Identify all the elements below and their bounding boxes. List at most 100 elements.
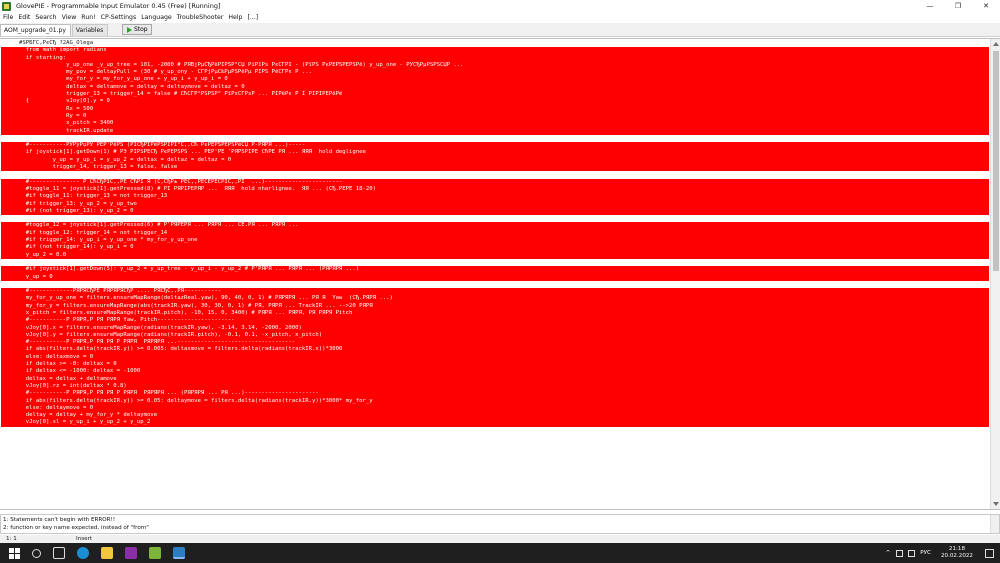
stop-button[interactable]: Stop xyxy=(122,24,153,35)
code-area[interactable]: #ŠPБҐС,РєСЂ ?2АG_Оlеgа from math import … xyxy=(1,40,989,507)
code-line[interactable]: if joystick[1].getDown(1) # РЭ РЇРЅРЁСЂ … xyxy=(1,149,989,157)
tab-variables[interactable]: Variables xyxy=(71,24,109,36)
search-icon[interactable] xyxy=(32,548,41,558)
code-line[interactable]: trackIR.update xyxy=(1,127,989,135)
network-icon[interactable] xyxy=(896,549,904,557)
menu-file[interactable]: File xyxy=(3,14,13,21)
code-line[interactable]: from math import radians xyxy=(1,47,989,55)
winrar-icon[interactable] xyxy=(125,547,137,559)
close-button[interactable]: ✕ xyxy=(972,0,1000,12)
messages-scrollbar[interactable] xyxy=(990,515,999,533)
code-line[interactable] xyxy=(1,215,989,223)
menu-search[interactable]: Search xyxy=(35,14,56,21)
volume-icon[interactable] xyxy=(908,549,916,557)
scroll-up-icon[interactable] xyxy=(993,42,999,46)
menu-cp-settings[interactable]: CP-Settings xyxy=(101,14,137,21)
code-line[interactable]: #ŠPБҐС,РєСЂ ?2АG_Оlеgа xyxy=(1,40,989,48)
code-line[interactable]: vJoy[0].y = filters.ensureMapRange(radia… xyxy=(1,331,989,340)
code-line[interactable]: if deltax >= -0: deltax = 0 xyxy=(1,361,989,369)
error-messages-panel[interactable]: 1: Statements can't begin with ERROR!! 2… xyxy=(0,514,1000,534)
code-line[interactable]: deltax = deltax + deltamove xyxy=(1,375,989,383)
menu-edit[interactable]: Edit xyxy=(18,14,30,21)
code-line[interactable]: y_up_one _y_up_tree = 101, -2000 # РЯВјР… xyxy=(1,61,989,70)
edge-icon[interactable] xyxy=(77,547,89,559)
code-editor[interactable]: #ŠPБҐС,РєСЂ ?2АG_Оlеgа from math import … xyxy=(0,38,1000,510)
glovepie-icon[interactable] xyxy=(149,547,161,559)
error-message[interactable]: 2: function or key name expected, instea… xyxy=(3,524,997,532)
code-line[interactable]: x_pitch = 3400 xyxy=(1,120,989,128)
language-indicator[interactable]: РУС xyxy=(920,550,931,556)
explorer-icon[interactable] xyxy=(101,547,113,559)
code-line[interactable]: my_pov = deltayPull = (30 # y_up_ony - С… xyxy=(1,69,989,77)
error-message[interactable]: 1: Statements can't begin with ERROR!! xyxy=(3,516,997,524)
code-line[interactable]: #if toggle_12: trigger_14 = not trigger_… xyxy=(1,229,989,238)
scroll-thumb[interactable] xyxy=(993,51,999,271)
code-line[interactable]: deltay = deltay + my_for_y * deltaymove xyxy=(1,412,989,420)
code-line[interactable]: deltax = deltamove = deltay = deltaymove… xyxy=(1,83,989,92)
edit-mode: Insert xyxy=(76,536,93,542)
chevron-up-icon[interactable]: ^ xyxy=(886,550,891,556)
code-line[interactable]: trigger_14, trigger_13 = false, false xyxy=(1,164,989,172)
code-line[interactable]: #toggle_11 = joystick[1].getPressed(8) #… xyxy=(1,185,989,194)
tab-script[interactable]: AOM_upgrade_01.py xyxy=(0,24,71,36)
code-line[interactable]: my_for_y = filters.ensureMapRange(abs(tr… xyxy=(1,302,989,310)
task-view-icon[interactable] xyxy=(53,547,65,559)
menu-run[interactable]: Run! xyxy=(81,14,95,21)
code-line[interactable]: if deltax <= -1000: deltax = -1000 xyxy=(1,368,989,376)
code-line[interactable]: #if trigger_13: y_up_2 = y_up_two xyxy=(1,200,989,208)
code-line[interactable]: y_up = 0 xyxy=(1,273,989,281)
code-line[interactable]: my_for_y_up_one = filters.ensureMapRange… xyxy=(1,295,989,303)
code-line[interactable]: #-------------РЯРЯСЂРЁ РЯРЯРЯСЂР .... РЯ… xyxy=(1,288,989,296)
code-line[interactable]: #-----------Р РЯРЯ,Р РЯ РЯРЯ Yaw, Pitch-… xyxy=(1,317,989,325)
start-icon[interactable] xyxy=(9,547,20,559)
tab-bar: AOM_upgrade_01.py Variables Stop xyxy=(0,23,1000,37)
code-line[interactable]: #toggle_12 = joystick[1].getPressed(6) #… xyxy=(1,222,989,230)
restore-button[interactable]: ❐ xyxy=(944,0,972,12)
clock[interactable]: 21:18 20.02.2022 xyxy=(941,546,973,560)
play-icon xyxy=(126,26,132,33)
menu-view[interactable]: View xyxy=(62,14,77,21)
code-line[interactable]: #--------------- Р СЋСЂРЇС‚,РЁ СЋРЇ Я (С… xyxy=(1,178,989,186)
code-line[interactable]: Ry = 0 xyxy=(1,112,989,121)
code-line[interactable] xyxy=(1,258,989,267)
code-line[interactable]: else: deltaxmove = 0 xyxy=(1,353,989,362)
code-line[interactable]: vJoy[0].x = filters.ensureMapRange(radia… xyxy=(1,324,989,332)
code-line[interactable]: #if (not trigger_13): y_up_2 = 0 xyxy=(1,207,989,216)
code-line[interactable]: else: deltaymove = 0 xyxy=(1,404,989,413)
code-line[interactable]: #if trigger_14: y_up_i = y_up_one * my_f… xyxy=(1,237,989,245)
code-line[interactable]: #if (not trigger_14): y_up_i = 0 xyxy=(1,244,989,252)
code-line[interactable]: Rx = 500 xyxy=(1,105,989,113)
code-line[interactable]: if starting: xyxy=(1,54,989,62)
code-line[interactable]: { vJoy[0].y = 0 xyxy=(1,98,989,106)
stop-button-label: Stop xyxy=(133,26,148,33)
code-line[interactable]: vJoy[0].rz = int(deltax * 0.8) xyxy=(1,382,989,391)
code-line[interactable]: if abs(filters.delta(trackIR.y)) >= 0.00… xyxy=(1,346,989,354)
code-line[interactable]: #if joystick[1].getDown(5): y_up_2 = y_u… xyxy=(1,266,989,274)
minimize-button[interactable]: — xyxy=(916,0,944,12)
menu-more[interactable]: [...] xyxy=(247,14,258,21)
code-line[interactable]: vJoy[0].sl = y_up_i + y_up_2 + y_up_2 xyxy=(1,419,989,427)
code-line[interactable] xyxy=(1,134,989,143)
code-line[interactable] xyxy=(1,171,989,179)
code-line[interactable]: #if toggle_11: trigger_13 = not trigger_… xyxy=(1,193,989,201)
clock-time: 21:18 xyxy=(948,546,966,552)
code-line[interactable]: #-----------Р РЯРЯ,Р РЯ РЯ Р РЯРЯ РЯРЯРЯ… xyxy=(1,390,989,398)
code-line[interactable]: my_for_y = my_for_y_up_one + y_up_i + y_… xyxy=(1,76,989,84)
code-line[interactable] xyxy=(1,280,989,289)
menu-language[interactable]: Language xyxy=(141,14,172,21)
code-line[interactable]: y_up_2 = 0.0 xyxy=(1,251,989,259)
code-line[interactable]: if abs(filters.delta(trackIR.y)) >= 0.05… xyxy=(1,397,989,405)
editor-scrollbar[interactable] xyxy=(990,39,1000,509)
code-line[interactable]: #-----------РЎРўРџРЎ РЁР'РёРЅ (РЇСЂРЇРёР… xyxy=(1,142,989,150)
menu-help[interactable]: Help xyxy=(228,14,242,21)
code-line[interactable]: y_up = y_up_i = y_up_2 = deltax = deltaz… xyxy=(1,156,989,165)
code-line[interactable]: #-----------Р РЯРЯ,Р РЯ РЯ Р РЯРЯ РЯРЯРЯ… xyxy=(1,339,989,347)
windows-taskbar: ^ РУС 21:18 20.02.2022 xyxy=(0,543,1000,563)
notification-icon[interactable] xyxy=(985,548,994,558)
code-line[interactable]: trigger_13 = trigger_14 = false # СЋСЃР°… xyxy=(1,91,989,99)
menu-troubleshooter[interactable]: TroubleShooter xyxy=(177,14,224,21)
scroll-down-icon[interactable] xyxy=(993,502,999,506)
window-controls: — ❐ ✕ xyxy=(916,0,1000,12)
app-icon[interactable] xyxy=(173,547,185,559)
code-line[interactable]: x_pitch = filters.ensureMapRange(trackIR… xyxy=(1,309,989,318)
